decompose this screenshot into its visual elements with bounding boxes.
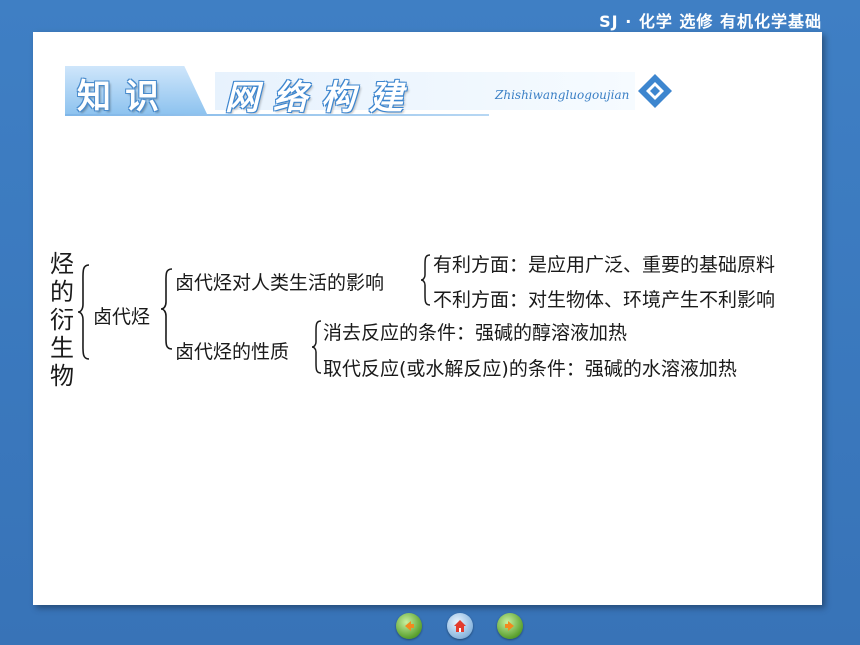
branch-a-item-2: 不利方面：对生物体、环境产生不利影响 (433, 289, 776, 311)
branch-a-label: 卤代烃对人类生活的影响 (175, 272, 385, 294)
brace-branch-a (420, 254, 431, 306)
prev-button[interactable] (396, 613, 422, 639)
branch-b-label: 卤代烃的性质 (175, 341, 290, 363)
knowledge-tree: 烃的衍生物 卤代烃 卤代烃对人类生活的影响 有利方面：是应用广泛、重要的基础原料… (33, 32, 822, 605)
brace-root (77, 264, 90, 360)
brace-branch-b (311, 320, 322, 374)
branch-b-item-2: 取代反应(或水解反应)的条件：强碱的水溶液加热 (323, 358, 737, 380)
tree-level1: 卤代烃 (93, 306, 151, 328)
home-button[interactable] (447, 613, 473, 639)
home-icon (454, 620, 466, 632)
next-arrow-icon (505, 621, 514, 631)
course-title: SJ · 化学 选修 有机化学基础 (599, 12, 822, 31)
tree-root: 烃的衍生物 (50, 250, 74, 390)
branch-b-item-1: 消去反应的条件：强碱的醇溶液加热 (323, 322, 628, 344)
brace-level1 (160, 268, 173, 350)
prev-arrow-icon (405, 621, 414, 631)
slide-canvas: 知识 网络构建 Zhishiwangluogoujian 烃的衍生物 卤代烃 卤… (33, 32, 822, 605)
branch-a-item-1: 有利方面：是应用广泛、重要的基础原料 (433, 254, 776, 276)
next-button[interactable] (497, 613, 523, 639)
